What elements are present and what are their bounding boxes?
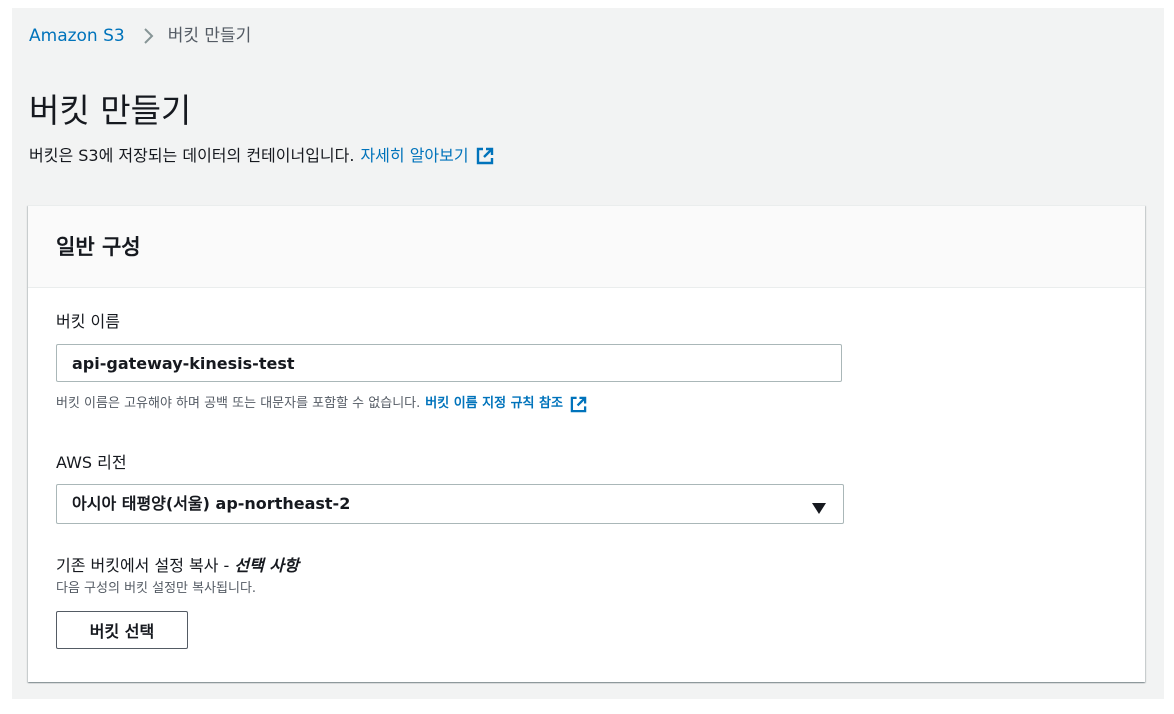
- bucket-naming-rules-link[interactable]: 버킷 이름 지정 규칙 참조: [425, 395, 563, 413]
- panel-header: 일반 구성: [28, 206, 1145, 288]
- aws-region-label: AWS 리전: [56, 453, 127, 472]
- caret-down-icon: [812, 499, 826, 518]
- breadcrumb-current: 버킷 만들기: [167, 26, 252, 46]
- choose-bucket-button[interactable]: 버킷 선택: [56, 611, 188, 649]
- bucket-name-label: 버킷 이름: [56, 312, 120, 331]
- breadcrumb-amazon-s3-link[interactable]: Amazon S3: [29, 25, 125, 47]
- external-link-icon[interactable]: [570, 396, 587, 413]
- page-description: 버킷은 S3에 저장되는 데이터의 컨테이너입니다. 자세히 알아보기: [29, 145, 494, 167]
- page-description-text: 버킷은 S3에 저장되는 데이터의 컨테이너입니다.: [29, 146, 355, 165]
- panel-title: 일반 구성: [56, 235, 141, 259]
- optional-tag: 선택 사항: [234, 556, 299, 575]
- chevron-right-icon: [143, 28, 154, 44]
- general-configuration-panel: 일반 구성 버킷 이름 버킷 이름은 고유해야 하며 공백 또는 대문자를 포함…: [28, 205, 1145, 682]
- page-title: 버킷 만들기: [29, 91, 192, 130]
- copy-settings-label: 기존 버킷에서 설정 복사 - 선택 사항: [56, 555, 299, 577]
- bucket-name-hint-text: 버킷 이름은 고유해야 하며 공백 또는 대문자를 포함할 수 없습니다.: [56, 396, 421, 411]
- external-link-icon[interactable]: [476, 147, 494, 165]
- bucket-name-input[interactable]: [56, 344, 842, 382]
- breadcrumb: Amazon S3 버킷 만들기: [29, 25, 251, 47]
- aws-region-selected-value: 아시아 태평양(서울) ap-northeast-2: [72, 494, 351, 513]
- page-background: Amazon S3 버킷 만들기 버킷 만들기 버킷은 S3에 저장되는 데이터…: [12, 8, 1164, 699]
- copy-settings-label-text: 기존 버킷에서 설정 복사 -: [56, 556, 235, 575]
- bucket-name-hint: 버킷 이름은 고유해야 하며 공백 또는 대문자를 포함할 수 없습니다. 버킷…: [56, 395, 587, 413]
- aws-region-select[interactable]: 아시아 태평양(서울) ap-northeast-2: [56, 484, 844, 524]
- learn-more-link[interactable]: 자세히 알아보기: [360, 145, 468, 167]
- copy-settings-hint: 다음 구성의 버킷 설정만 복사됩니다.: [56, 581, 257, 596]
